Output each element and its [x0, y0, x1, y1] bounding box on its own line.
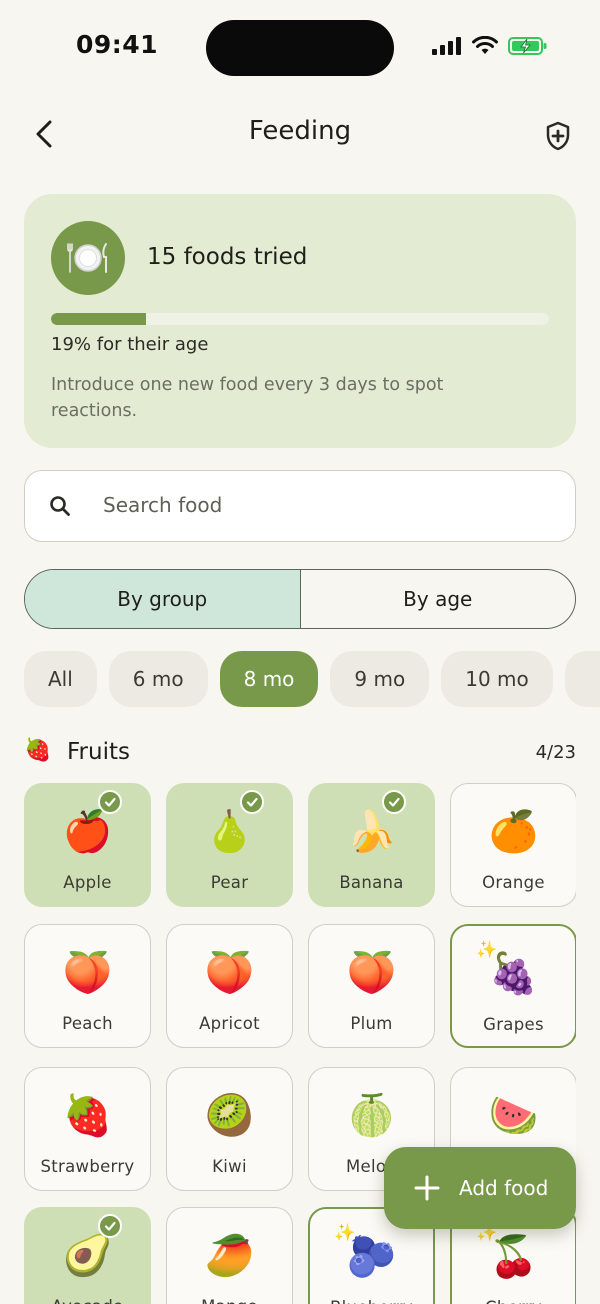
age-progress-label: 19% for their age	[51, 334, 209, 355]
food-emoji-icon: 🥭	[204, 1233, 255, 1279]
food-card-apricot[interactable]: 🍑 Apricot	[166, 924, 293, 1048]
food-card-banana[interactable]: 🍌 Banana	[308, 783, 435, 907]
chip-6-mo[interactable]: 6 mo	[108, 651, 208, 707]
status-bar: 09:41	[0, 0, 600, 96]
cellular-signal-icon	[432, 37, 461, 55]
food-emoji-icon: 🍌	[346, 809, 397, 855]
food-card-plum[interactable]: 🍑 Plum	[308, 924, 435, 1048]
tried-check-icon	[98, 790, 122, 814]
strawberry-icon: 🍓	[24, 738, 52, 763]
search-bar[interactable]	[24, 470, 576, 542]
food-emoji-icon: 🍑	[346, 950, 397, 996]
plus-icon	[414, 1175, 440, 1201]
chip-all[interactable]: All	[24, 651, 97, 707]
search-icon	[50, 496, 70, 516]
age-progress-fill	[51, 313, 146, 325]
food-name: Grapes	[483, 1015, 544, 1034]
food-emoji-icon: 🍒	[488, 1234, 539, 1280]
food-card-peach[interactable]: 🍑 Peach	[24, 924, 151, 1048]
safety-button[interactable]	[536, 114, 580, 158]
chip-10-mo[interactable]: 10 mo	[441, 651, 553, 707]
nav-header: Feeding	[0, 104, 600, 164]
status-time: 09:41	[76, 30, 159, 59]
plate-cutlery-icon	[67, 243, 107, 273]
status-icons	[432, 36, 548, 56]
sparkle-icon: ✨	[476, 940, 498, 960]
food-card-mango[interactable]: 🥭 Mango	[166, 1207, 293, 1304]
add-food-label: Add food	[459, 1176, 549, 1200]
food-card-kiwi[interactable]: 🥝 Kiwi	[166, 1067, 293, 1191]
chip-more[interactable]	[564, 651, 600, 707]
view-toggle: By group By age	[24, 569, 576, 629]
food-name: Mango	[167, 1297, 292, 1304]
food-card-grapes[interactable]: 🍇 Grapes ✨	[450, 924, 576, 1048]
age-filter-chips: All 6 mo 8 mo 9 mo 10 mo	[24, 651, 600, 707]
tried-check-icon	[240, 790, 264, 814]
food-name: Kiwi	[212, 1157, 247, 1176]
battery-charging-icon	[508, 37, 547, 55]
chip-8-mo[interactable]: 8 mo	[219, 651, 319, 707]
food-card-apple[interactable]: 🍎 Apple	[24, 783, 151, 907]
add-food-button[interactable]: Add food	[384, 1147, 576, 1229]
food-emoji-icon: 🫐	[346, 1234, 397, 1280]
food-emoji-icon: 🍑	[204, 950, 255, 996]
age-progress-bar	[51, 313, 549, 325]
food-emoji-icon: 🥑	[62, 1233, 113, 1279]
tried-check-icon	[382, 790, 406, 814]
wifi-icon	[472, 36, 498, 54]
food-name: Avocado	[25, 1297, 150, 1304]
foods-tried-summary-card: 15 foods tried 19% for their age Introdu…	[24, 194, 576, 448]
food-card-strawberry[interactable]: 🍓 Strawberry	[24, 1067, 151, 1191]
dynamic-island	[206, 20, 394, 76]
toggle-by-age[interactable]: By age	[301, 570, 576, 628]
section-count: 4/23	[535, 742, 576, 763]
food-emoji-icon: 🍎	[62, 809, 113, 855]
food-name: Peach	[62, 1014, 113, 1033]
food-emoji-icon: 🍇	[488, 951, 539, 997]
search-input[interactable]	[103, 471, 543, 539]
food-emoji-icon: 🥝	[204, 1093, 255, 1139]
food-card-pear[interactable]: 🍐 Pear	[166, 783, 293, 907]
tried-check-icon	[98, 1214, 122, 1238]
toggle-by-group[interactable]: By group	[25, 570, 301, 628]
food-emoji-icon: 🍐	[204, 809, 255, 855]
food-name: Apple	[63, 873, 112, 892]
section-header-fruits: 🍓 Fruits 4/23	[24, 734, 576, 774]
chip-9-mo[interactable]: 9 mo	[330, 651, 430, 707]
food-emoji-icon: 🍊	[488, 809, 539, 855]
foods-tried-count: 15 foods tried	[147, 244, 308, 270]
feeding-tip: Introduce one new food every 3 days to s…	[51, 375, 444, 421]
food-name: Blueberry	[310, 1298, 433, 1304]
food-emoji-icon: 🍉	[488, 1093, 539, 1139]
food-emoji-icon: 🍑	[62, 950, 113, 996]
food-emoji-icon: 🍈	[346, 1093, 397, 1139]
plate-avatar	[51, 221, 125, 295]
food-name: Apricot	[199, 1014, 260, 1033]
shield-plus-icon	[546, 121, 570, 151]
food-name: Banana	[339, 873, 404, 892]
food-name: Strawberry	[40, 1157, 135, 1176]
food-emoji-icon: 🍓	[62, 1093, 113, 1139]
section-title: Fruits	[67, 739, 130, 765]
food-name: Cherry	[452, 1298, 575, 1304]
food-name: Orange	[482, 873, 545, 892]
food-name: Plum	[350, 1014, 393, 1033]
sparkle-icon: ✨	[334, 1223, 356, 1243]
food-card-orange[interactable]: 🍊 Orange	[450, 783, 576, 907]
food-name: Pear	[210, 873, 249, 892]
food-card-avocado[interactable]: 🥑 Avocado	[24, 1207, 151, 1304]
page-title: Feeding	[248, 116, 352, 146]
